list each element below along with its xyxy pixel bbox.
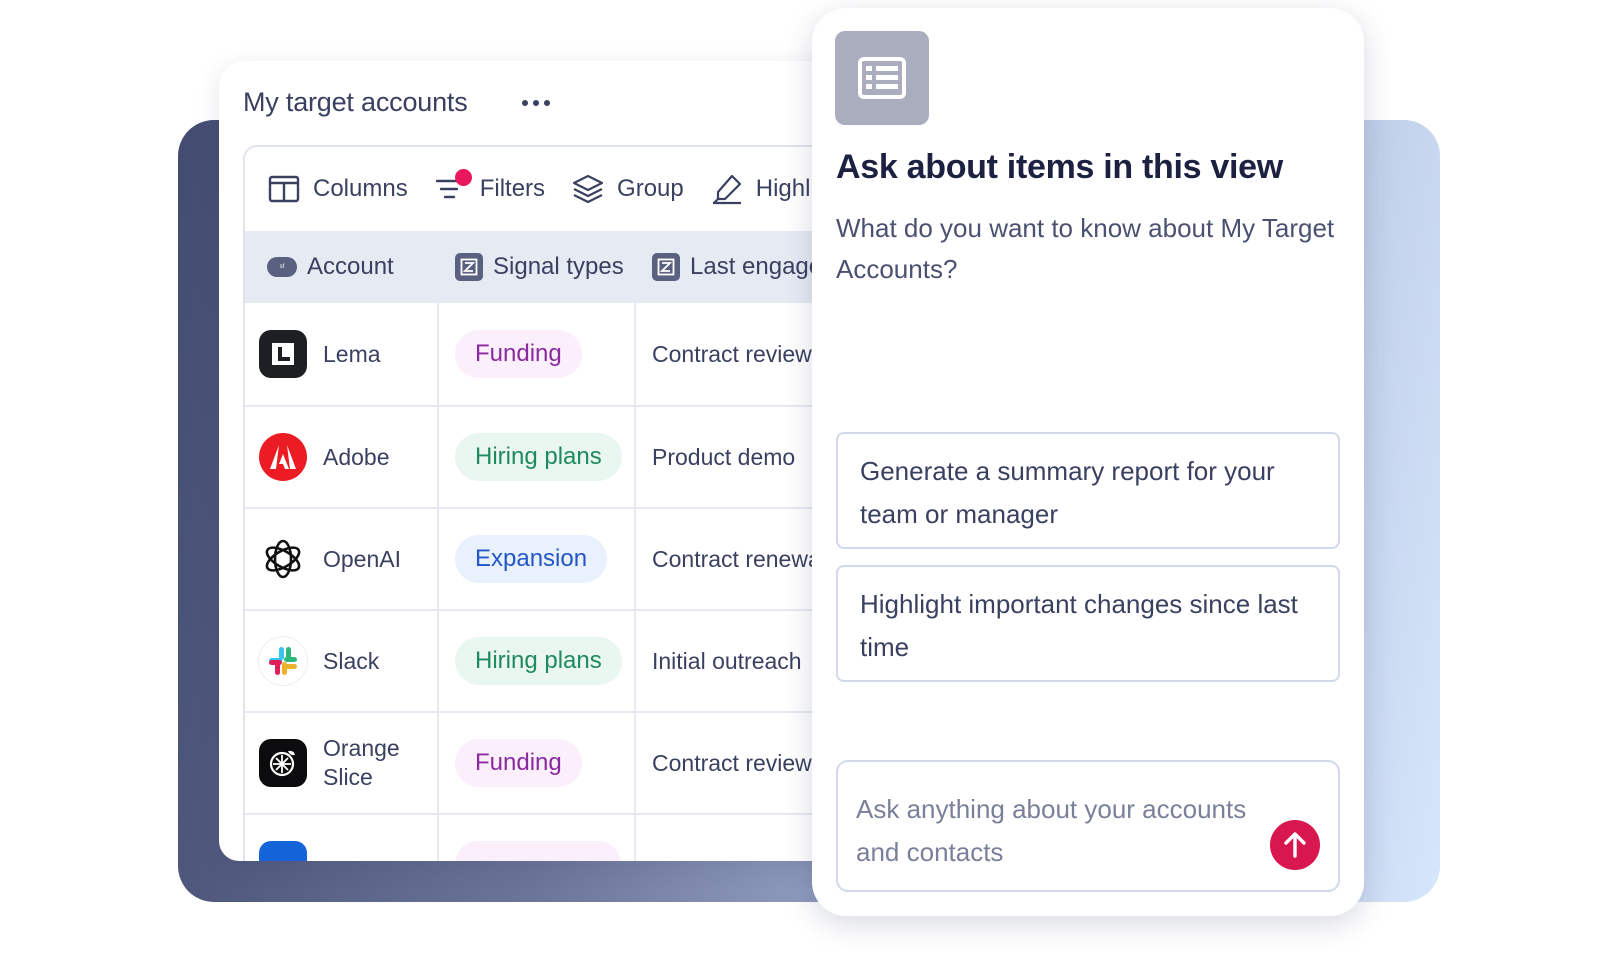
table-icon: [835, 31, 929, 125]
account-name: Adobe: [323, 443, 390, 470]
signal-cell: Expansion: [439, 509, 636, 609]
group-button[interactable]: Group: [571, 172, 684, 206]
signal-cell: Hiring plans: [439, 407, 636, 507]
column-header-account-label: Account: [307, 253, 394, 280]
signal-icon: [455, 253, 483, 281]
account-cell: Orange Slice: [245, 713, 439, 813]
panel-heading: Ask about items in this view: [836, 148, 1283, 186]
card-header: My target accounts: [243, 87, 550, 118]
slack-logo: [259, 637, 307, 685]
highlighter-icon: [712, 174, 741, 205]
signal-badge: Expansion: [455, 535, 608, 583]
column-header-last-engagement[interactable]: Last engage: [636, 253, 822, 281]
signal-badge: Hiring plans: [455, 637, 622, 685]
arrow-up-icon: [1284, 832, 1306, 858]
active-filter-dot: [454, 169, 472, 186]
account-cell: Slack: [245, 611, 439, 711]
filters-label: Filters: [479, 175, 546, 202]
filters-button[interactable]: Filters: [434, 169, 546, 206]
account-cell: Lema: [245, 303, 439, 405]
openai-logo: [259, 535, 307, 583]
account-cell: [245, 815, 439, 861]
column-header-account[interactable]: sf Account: [245, 253, 439, 281]
account-cell: Adobe: [245, 407, 439, 507]
account-cell: OpenAI: [245, 509, 439, 609]
columns-label: Columns: [313, 175, 408, 202]
send-button[interactable]: [1270, 820, 1320, 870]
lema-logo: [259, 330, 307, 378]
signal-icon: [652, 253, 680, 281]
signal-cell: [439, 815, 636, 861]
signal-badge: Hiring plans: [455, 433, 622, 481]
column-header-signal-types-label: Signal types: [493, 253, 624, 280]
layers-icon: [572, 174, 604, 204]
account-logo: [259, 841, 307, 861]
panel-subtitle: What do you want to know about My Target…: [836, 213, 1335, 284]
last-engagement-cell: Contract renewa: [652, 545, 821, 572]
signal-cell: Funding: [439, 303, 636, 405]
signal-cell: Funding: [439, 713, 636, 813]
last-engagement-cell: Contract review: [652, 340, 812, 367]
columns-icon: [268, 175, 300, 203]
card-title: My target accounts: [243, 87, 468, 117]
ask-input[interactable]: [838, 762, 1278, 890]
suggestion-summary-report[interactable]: Generate a summary report for your team …: [836, 432, 1340, 549]
more-options-icon[interactable]: [521, 99, 550, 106]
salesforce-icon: sf: [267, 257, 297, 277]
last-engagement-cell: Product demo: [652, 443, 796, 470]
suggestion-highlight-changes[interactable]: Highlight important changes since last t…: [836, 565, 1340, 682]
adobe-logo: [259, 433, 307, 481]
ask-box: [836, 760, 1340, 892]
highlight-button[interactable]: Highli: [710, 172, 816, 206]
last-engagement-cell: [636, 815, 652, 861]
signal-badge: Funding: [455, 739, 582, 787]
signal-badge: Funding: [455, 330, 582, 378]
signal-cell: Hiring plans: [439, 611, 636, 711]
column-header-last-engagement-label: Last engage: [690, 253, 823, 280]
orange-slice-logo: [259, 739, 307, 787]
last-engagement-cell: Initial outreach: [652, 647, 802, 674]
columns-button[interactable]: Columns: [267, 172, 408, 206]
highlight-label: Highli: [755, 175, 816, 202]
group-label: Group: [617, 175, 684, 202]
column-header-signal-types[interactable]: Signal types: [439, 253, 636, 281]
ai-assistant-panel: Ask about items in this view What do you…: [812, 8, 1364, 916]
signal-badge: [455, 841, 621, 861]
account-name: Orange Slice: [323, 735, 400, 790]
account-name: Lema: [323, 340, 381, 367]
account-name: OpenAI: [323, 545, 401, 572]
last-engagement-cell: Contract review: [652, 749, 812, 776]
account-name: Slack: [323, 647, 380, 674]
